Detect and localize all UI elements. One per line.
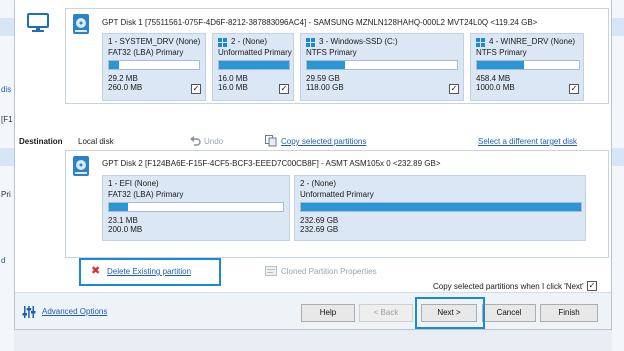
red-x-icon: ✖ — [91, 265, 101, 277]
select-target-disk-link[interactable]: Select a different target disk — [478, 137, 577, 146]
usage-bar — [218, 60, 290, 70]
partition-checkbox[interactable]: ✓ — [569, 84, 579, 94]
windows-icon — [476, 38, 486, 48]
total-size: 200.0 MB — [108, 225, 143, 234]
usage-bar — [108, 60, 200, 70]
source-partition-4[interactable]: 4 - WINRE_DRV (None) NTFS Primary 458.4 … — [470, 33, 584, 101]
used-size: 16.0 MB — [218, 74, 248, 83]
partition-name: 2 - (None) — [231, 37, 268, 46]
undo-label: Undo — [204, 137, 224, 146]
background-text: [F1 — [1, 115, 13, 124]
partition-name: 1 - EFI (None) — [108, 179, 159, 188]
source-partition-3[interactable]: 3 - Windows-SSD (C:) NTFS Primary 29.59 … — [300, 33, 464, 101]
partition-name: 3 - Windows-SSD (C:) — [319, 37, 398, 46]
copy-on-next-checkbox[interactable]: ✓ — [587, 281, 597, 291]
dialog-footer: Advanced Options Help < Back Next > Canc… — [15, 292, 611, 329]
usage-bar — [476, 60, 580, 70]
cloned-partition-properties-label: Cloned Partition Properties — [281, 267, 377, 276]
usage-bar-fill — [109, 203, 129, 211]
partition-type: NTFS Primary — [476, 48, 527, 57]
usage-bar-fill — [219, 61, 289, 69]
cancel-button[interactable]: Cancel — [482, 304, 536, 322]
background-row — [0, 18, 14, 36]
background-window-right — [612, 0, 624, 351]
used-size: 23.1 MB — [108, 216, 138, 225]
windows-icon — [306, 38, 316, 48]
partition-type: Unformatted Primary — [218, 48, 292, 57]
source-partition-2[interactable]: 2 - (None) Unformatted Primary 16.0 MB 1… — [212, 33, 294, 101]
used-size: 29.2 MB — [108, 74, 138, 83]
help-button[interactable]: Help — [301, 304, 355, 322]
background-row — [612, 148, 624, 166]
destination-disk-panel: GPT Disk 2 [F124BA6E-F15F-4CF5-BCF3-EEED… — [65, 150, 609, 258]
sliders-icon — [22, 306, 36, 318]
partition-name: 2 - (None) — [300, 179, 337, 188]
usage-bar — [306, 60, 458, 70]
partition-checkbox[interactable]: ✓ — [279, 84, 289, 94]
copy-partitions-icon — [265, 135, 277, 147]
usage-bar-fill — [477, 61, 524, 69]
partition-name: 4 - WINRE_DRV (None) — [489, 37, 576, 46]
partition-name: 1 - SYSTEM_DRV (None) — [108, 37, 201, 46]
total-size: 260.0 MB — [108, 83, 143, 92]
background-text: dis — [1, 85, 12, 94]
used-size: 232.69 GB — [300, 216, 339, 225]
destination-value: Local disk — [78, 137, 114, 146]
source-partition-1[interactable]: 1 - SYSTEM_DRV (None) FAT32 (LBA) Primar… — [102, 33, 206, 101]
delete-existing-partition-link: Delete Existing partition — [107, 267, 192, 276]
hard-drive-icon — [73, 156, 89, 176]
usage-bar-fill — [109, 61, 119, 69]
usage-bar — [108, 202, 284, 212]
next-button-highlight — [415, 297, 485, 329]
partition-checkbox[interactable]: ✓ — [191, 84, 201, 94]
destination-label: Destination — [19, 137, 63, 146]
used-size: 458.4 MB — [476, 74, 511, 83]
background-row — [0, 148, 14, 166]
total-size: 118.00 GB — [306, 83, 344, 92]
partition-type: Unformatted Primary — [300, 190, 374, 199]
total-size: 232.69 GB — [300, 225, 339, 234]
source-disk-title: GPT Disk 1 [75511561-075F-4D6F-8212-3878… — [102, 18, 538, 27]
background-text: d — [1, 256, 6, 265]
properties-icon — [265, 266, 277, 276]
partition-checkbox[interactable]: ✓ — [449, 84, 459, 94]
undo-icon — [190, 136, 201, 146]
background-text: Pri — [1, 190, 11, 199]
total-size: 16.0 MB — [218, 83, 248, 92]
partition-type: FAT32 (LBA) Primary — [108, 190, 184, 199]
destination-partition-2[interactable]: 2 - (None) Unformatted Primary 232.69 GB… — [294, 175, 586, 241]
source-disk-panel: GPT Disk 1 [75511561-075F-4D6F-8212-3878… — [65, 8, 609, 104]
copy-selected-partitions-link[interactable]: Copy selected partitions — [281, 137, 366, 146]
usage-bar-fill — [307, 61, 345, 69]
used-size: 29.59 GB — [306, 74, 340, 83]
clone-disk-dialog: ✓ GPT Disk 1 [75511561-075F-4D6F-8212-38… — [14, 0, 612, 330]
copy-on-next-label: Copy selected partitions when I click 'N… — [433, 282, 584, 291]
partition-type: FAT32 (LBA) Primary — [108, 48, 184, 57]
background-row — [612, 18, 624, 36]
monitor-icon — [27, 13, 49, 32]
windows-icon — [218, 38, 228, 48]
total-size: 1000.0 MB — [476, 83, 515, 92]
usage-bar — [300, 202, 582, 212]
advanced-options-link[interactable]: Advanced Options — [42, 307, 107, 316]
usage-bar-fill — [301, 203, 581, 211]
destination-partition-1[interactable]: 1 - EFI (None) FAT32 (LBA) Primary 23.1 … — [102, 175, 290, 241]
destination-disk-title: GPT Disk 2 [F124BA6E-F15F-4CF5-BCF3-EEED… — [102, 159, 441, 168]
partition-type: NTFS Primary — [306, 48, 357, 57]
background-window-left: dis [F1 Pri d — [0, 0, 14, 351]
hard-drive-icon — [73, 14, 89, 34]
back-button[interactable]: < Back — [359, 304, 413, 322]
finish-button[interactable]: Finish — [540, 304, 598, 322]
